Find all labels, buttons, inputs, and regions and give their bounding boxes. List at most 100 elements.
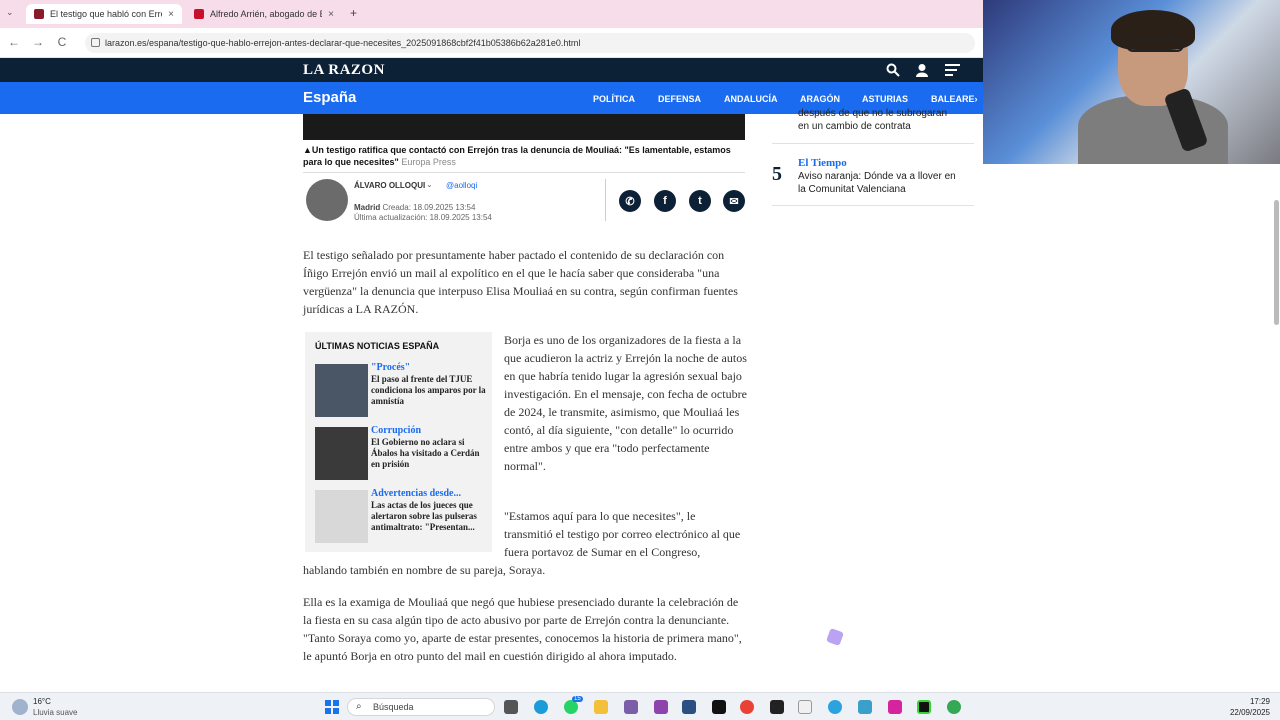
page-scrollbar[interactable] bbox=[1274, 200, 1279, 325]
weather-icon[interactable] bbox=[12, 699, 28, 715]
tab-active[interactable]: El testigo que habló con Errejón × bbox=[26, 4, 182, 24]
nav-asturias[interactable]: ASTURIAS bbox=[862, 94, 908, 104]
tab-inactive[interactable]: Alfredo Arrién, abogado de Eli × bbox=[186, 4, 342, 24]
reload-button[interactable]: C bbox=[54, 35, 70, 49]
url-text: larazon.es/espana/testigo-que-hablo-erre… bbox=[105, 38, 581, 48]
nav-baleares[interactable]: BALEARE› bbox=[931, 94, 978, 104]
assistant-icon[interactable] bbox=[826, 628, 844, 646]
chrome-icon[interactable] bbox=[740, 700, 754, 714]
search-icon[interactable] bbox=[886, 63, 900, 77]
location: Madrid bbox=[354, 203, 381, 212]
address-bar-row: ← → C larazon.es/espana/testigo-que-habl… bbox=[0, 28, 983, 58]
news-thumbnail[interactable] bbox=[315, 364, 368, 417]
share-divider bbox=[605, 179, 606, 221]
rail-divider bbox=[772, 205, 974, 206]
user-icon[interactable] bbox=[915, 63, 929, 77]
site-info-icon[interactable] bbox=[91, 38, 100, 47]
news-category[interactable]: Advertencias desde... bbox=[371, 488, 461, 499]
whatsapp-app-icon[interactable] bbox=[564, 700, 578, 714]
nav-defensa[interactable]: DEFENSA bbox=[658, 94, 701, 104]
chevron-down-icon[interactable]: ⌄ bbox=[426, 180, 433, 189]
article-paragraph: "Estamos aquí para lo que necesites", le… bbox=[303, 507, 745, 583]
whatsapp-icon[interactable]: ✆ bbox=[619, 190, 641, 212]
larazon-favicon-icon bbox=[194, 9, 204, 19]
app-green-icon[interactable] bbox=[712, 700, 726, 714]
app-wave-icon[interactable] bbox=[858, 700, 872, 714]
notification-badge: 15 bbox=[572, 696, 583, 702]
avatar[interactable] bbox=[306, 179, 348, 221]
media-icon[interactable] bbox=[770, 700, 784, 714]
clock-date[interactable]: 22/09/2025 bbox=[1226, 708, 1270, 717]
image-caption: ▲Un testigo ratifica que contactó con Er… bbox=[303, 144, 748, 168]
app-purple-icon[interactable] bbox=[654, 700, 668, 714]
back-button[interactable]: ← bbox=[6, 35, 22, 49]
email-icon[interactable]: ✉ bbox=[723, 190, 745, 212]
rail-headline-line: en un cambio de contrata bbox=[798, 121, 911, 132]
file-explorer-icon[interactable] bbox=[594, 700, 608, 714]
new-tab-button[interactable]: + bbox=[350, 6, 357, 20]
latest-news-title: ÚLTIMAS NOTICIAS ESPAÑA bbox=[315, 341, 440, 351]
author-box: ÁLVARO OLLOQUI ⌄ @aolloqi Madrid Creada:… bbox=[303, 172, 745, 224]
author-name[interactable]: ÁLVARO OLLOQUI bbox=[354, 181, 425, 190]
caption-text: ▲Un testigo ratifica que contactó con Er… bbox=[303, 145, 731, 167]
instagram-icon[interactable] bbox=[888, 700, 902, 714]
telegram-icon[interactable] bbox=[828, 700, 842, 714]
site-logo[interactable]: LA RAZON bbox=[303, 62, 385, 79]
rail-rank-number: 5 bbox=[772, 163, 782, 185]
taskbar-search[interactable]: ⌕ Búsqueda bbox=[347, 698, 495, 716]
created-date: Creada: 18.09.2025 13:54 bbox=[382, 203, 476, 212]
url-field[interactable]: larazon.es/espana/testigo-que-hablo-erre… bbox=[85, 33, 975, 53]
windows-start-icon[interactable] bbox=[325, 700, 339, 714]
task-view-icon[interactable] bbox=[504, 700, 518, 714]
section-title[interactable]: España bbox=[303, 89, 356, 106]
news-category[interactable]: Corrupción bbox=[371, 425, 421, 436]
close-icon[interactable]: × bbox=[328, 9, 334, 20]
menu-icon[interactable] bbox=[945, 64, 960, 76]
weather-desc[interactable]: Lluvia suave bbox=[33, 708, 77, 717]
nav-andalucia[interactable]: ANDALUCÍA bbox=[724, 94, 778, 104]
news-category[interactable]: "Procés" bbox=[371, 362, 410, 373]
nav-aragon[interactable]: ARAGÓN bbox=[800, 94, 840, 104]
rtve-icon[interactable] bbox=[798, 700, 812, 714]
news-thumbnail[interactable] bbox=[315, 427, 368, 480]
rail-headline-line: la Comunitat Valenciana bbox=[798, 184, 906, 195]
article-paragraph: Ella es la examiga de Mouliaá que negó q… bbox=[303, 595, 742, 663]
app-k-icon[interactable] bbox=[917, 700, 931, 714]
twitter-icon[interactable]: t bbox=[689, 190, 711, 212]
search-icon: ⌕ bbox=[356, 701, 362, 712]
author-handle[interactable]: @aolloqi bbox=[446, 181, 477, 190]
latest-news-item[interactable]: Corrupción El Gobierno no aclara si Ábal… bbox=[315, 425, 490, 483]
news-headline[interactable]: El paso al frente del TJUE condiciona lo… bbox=[371, 374, 489, 407]
forward-button[interactable]: → bbox=[30, 35, 46, 49]
facebook-icon[interactable]: f bbox=[654, 190, 676, 212]
rail-category[interactable]: El Tiempo bbox=[798, 157, 847, 169]
dateline: Madrid Creada: 18.09.2025 13:54 bbox=[354, 203, 475, 212]
news-headline[interactable]: El Gobierno no aclara si Ábalos ha visit… bbox=[371, 437, 489, 470]
updated-date: Última actualización: 18.09.2025 13:54 bbox=[354, 213, 492, 222]
store-icon[interactable] bbox=[682, 700, 696, 714]
article-paragraph: Borja es uno de los organizadores de la … bbox=[504, 333, 747, 473]
larazon-favicon-icon bbox=[34, 9, 44, 19]
search-label: Búsqueda bbox=[373, 702, 414, 712]
tab-title: Alfredo Arrién, abogado de Eli bbox=[210, 9, 323, 19]
chrome-alt-icon[interactable] bbox=[947, 700, 961, 714]
webcam-glasses bbox=[1126, 38, 1184, 52]
rail-headline-prev[interactable]: después de que no le subrogaran en un ca… bbox=[798, 107, 978, 133]
teams-icon[interactable] bbox=[624, 700, 638, 714]
tab-menu-icon[interactable]: ⌄ bbox=[6, 7, 14, 18]
clock-time[interactable]: 17:29 bbox=[1236, 697, 1270, 706]
edge-icon[interactable] bbox=[534, 700, 548, 714]
weather-temp[interactable]: 16°C bbox=[33, 697, 51, 706]
taskbar: 16°C Lluvia suave ⌕ Búsqueda 15 17:29 22… bbox=[0, 692, 1280, 720]
caption-credit: Europa Press bbox=[401, 157, 456, 167]
webcam-overlay bbox=[983, 0, 1280, 164]
close-icon[interactable]: × bbox=[168, 9, 174, 20]
float-spacer bbox=[303, 507, 504, 561]
browser-tab-bar: ⌄ El testigo que habló con Errejón × Alf… bbox=[0, 0, 983, 28]
rail-headline-line: después de que no le subrogaran bbox=[798, 108, 948, 119]
article-paragraph: El testigo señalado por presuntamente ha… bbox=[303, 248, 738, 316]
nav-politica[interactable]: POLÍTICA bbox=[593, 94, 635, 104]
latest-news-item[interactable]: "Procés" El paso al frente del TJUE cond… bbox=[315, 362, 490, 420]
rail-headline[interactable]: Aviso naranja: Dónde va a llover en la C… bbox=[798, 170, 978, 196]
site-header: LA RAZON bbox=[0, 58, 983, 82]
